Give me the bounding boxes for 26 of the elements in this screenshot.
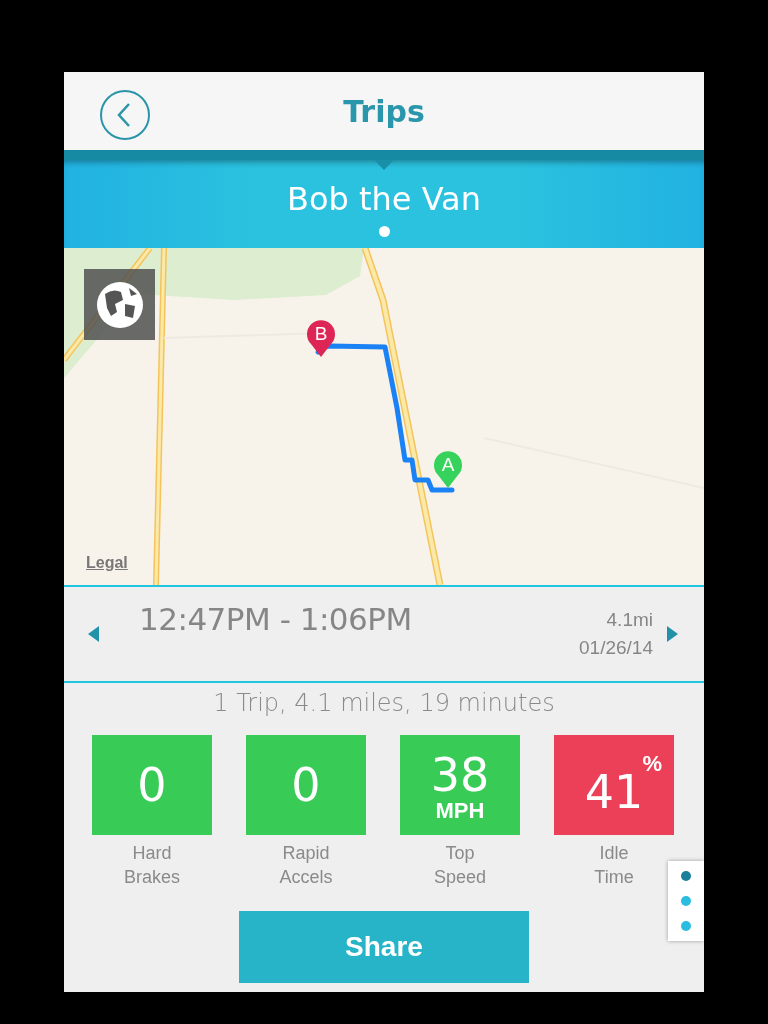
back-button[interactable] [100, 90, 150, 140]
trip-date: 01/26/14 [579, 636, 653, 660]
globe-button[interactable] [84, 269, 155, 340]
trip-time: 12:47PM - 1:06PM [139, 601, 412, 637]
stat-label: Rapid Accels [278, 842, 334, 889]
stat-tile: 38 MPH [400, 735, 520, 835]
globe-icon [94, 279, 145, 330]
stat-label: Idle Time [593, 842, 635, 889]
stat-label: Top Speed [432, 842, 488, 889]
next-arrow[interactable] [667, 626, 678, 642]
vehicle-name: Bob the Van [287, 180, 481, 218]
map-marker: A [433, 450, 463, 490]
stat-label: Hard Brakes [123, 842, 181, 889]
trip-summary: 1 Trip, 4.1 miles, 19 minutes [213, 689, 555, 717]
page-dot[interactable] [681, 896, 691, 906]
legal-link[interactable]: Legal [86, 554, 128, 572]
screen-title: Trips [343, 93, 425, 129]
stat-tile: 0 [246, 735, 366, 835]
share-button[interactable]: Share [239, 911, 529, 983]
page-dot[interactable] [681, 921, 691, 931]
page-dot[interactable] [681, 871, 691, 881]
stat-tile: 0 [92, 735, 212, 835]
trip-distance: 4.1mi [606, 608, 653, 632]
previous-arrow[interactable] [88, 626, 99, 642]
stat-tile: 41% [554, 735, 674, 835]
map-marker: B [306, 319, 336, 359]
